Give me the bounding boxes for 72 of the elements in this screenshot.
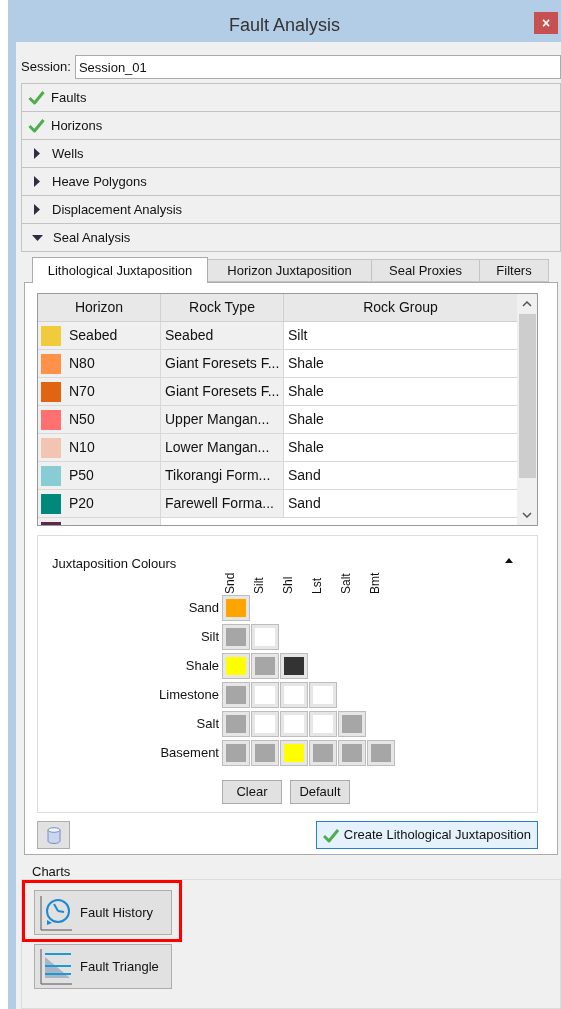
panel-button[interactable]: Clear xyxy=(222,780,282,804)
column-label: Snd xyxy=(224,572,236,594)
table-cell-text: P20 xyxy=(69,494,94,513)
collapse-icon[interactable] xyxy=(505,558,513,563)
section-label: Seal Analysis xyxy=(53,228,131,247)
row-label: Basement xyxy=(160,744,219,763)
table-cell: Seabed xyxy=(161,322,284,350)
table-cell-text: N50 xyxy=(69,410,95,429)
database-icon xyxy=(46,826,61,844)
tab[interactable]: Seal Proxies xyxy=(372,259,480,282)
tab[interactable]: Filters xyxy=(480,259,549,282)
section-header[interactable]: Heave Polygons xyxy=(21,167,561,196)
session-field[interactable]: Session_01 xyxy=(74,55,561,79)
column-label: Shl xyxy=(282,576,294,594)
scrollbar[interactable] xyxy=(517,294,537,525)
section-header[interactable]: Displacement Analysis xyxy=(21,195,561,224)
section-label: Horizons xyxy=(51,116,103,135)
column-label: Bmt xyxy=(369,572,381,594)
table-cell: Lower Mangan... xyxy=(161,434,284,462)
collapsed-arrow-icon xyxy=(34,176,40,187)
table-cell: Upper Mangan... xyxy=(161,406,284,434)
column-label: Salt xyxy=(340,573,352,594)
row-label: Salt xyxy=(196,715,219,734)
section-label: Faults xyxy=(51,88,87,107)
check-icon xyxy=(322,827,339,843)
panel-title: Juxtaposition Colours xyxy=(52,555,177,573)
row-label: Limestone xyxy=(159,686,219,705)
table-cell-text: N10 xyxy=(69,438,95,457)
section-label: Wells xyxy=(52,144,84,163)
scroll-up-icon[interactable] xyxy=(522,301,532,307)
table-cell-text: N80 xyxy=(69,354,95,373)
check-icon xyxy=(28,118,45,133)
window-title: Fault Analysis xyxy=(228,13,341,37)
row-label: Shale xyxy=(185,657,219,676)
create-button[interactable]: Create Lithological Juxtaposition xyxy=(315,821,538,849)
group-label: Charts xyxy=(32,865,72,879)
tab[interactable]: Horizon Juxtaposition xyxy=(208,259,372,282)
table-cell: Farewell Forma... xyxy=(161,490,284,518)
column-label: Silt xyxy=(253,577,265,594)
table-cell-text: N70 xyxy=(69,382,95,401)
database-button[interactable] xyxy=(37,821,70,849)
column-header[interactable]: Rock Group xyxy=(284,294,518,322)
check-icon xyxy=(28,90,45,105)
column-label: Lst xyxy=(311,578,323,594)
scroll-thumb[interactable] xyxy=(518,314,536,478)
collapsed-arrow-icon xyxy=(34,204,40,215)
column-header[interactable]: Horizon xyxy=(38,294,161,322)
table-cell: Giant Foresets F... xyxy=(161,378,284,406)
chart-button[interactable]: Fault Triangle xyxy=(34,944,172,989)
section-label: Displacement Analysis xyxy=(52,200,183,219)
table-cell-text: P50 xyxy=(69,466,94,485)
table-cell-text: Seabed xyxy=(69,326,118,345)
row-label: Sand xyxy=(188,599,219,618)
column-header[interactable]: Rock Type xyxy=(161,294,284,322)
triangle-chart-icon xyxy=(38,947,74,986)
scroll-down-icon[interactable] xyxy=(522,512,532,518)
section-header[interactable]: Horizons xyxy=(21,111,561,140)
collapsed-arrow-icon xyxy=(34,148,40,159)
row-label: Silt xyxy=(200,628,219,647)
section-header[interactable]: Wells xyxy=(21,139,561,168)
table-cell: Giant Foresets F... xyxy=(161,350,284,378)
panel-button[interactable]: Default xyxy=(290,780,350,804)
section-label: Heave Polygons xyxy=(52,172,147,191)
chart-button[interactable]: Fault History xyxy=(34,890,172,935)
session-label: Session: xyxy=(21,58,71,77)
section-header[interactable]: Seal Analysis xyxy=(21,223,561,252)
section-header[interactable]: Faults xyxy=(21,83,561,112)
table-cell: Tikorangi Form... xyxy=(161,462,284,490)
close-button[interactable]: × xyxy=(534,12,558,34)
clock-chart-icon xyxy=(38,893,74,932)
tab[interactable]: Lithological Juxtaposition xyxy=(32,257,208,283)
expanded-arrow-icon xyxy=(32,234,43,241)
